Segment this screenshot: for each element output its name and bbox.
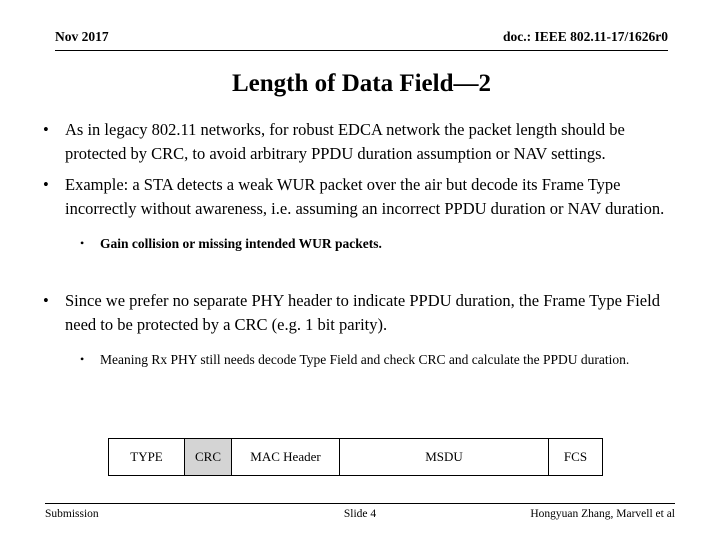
header-doc-number: doc.: IEEE 802.11-17/1626r0	[502, 29, 668, 44]
frame-field-type: TYPE	[108, 438, 185, 476]
frame-field-crc: CRC	[184, 438, 232, 476]
sub-bullet-item: • Meaning Rx PHY still needs decode Type…	[38, 350, 683, 369]
frame-field-msdu: MSDU	[339, 438, 549, 476]
bullet-text: Since we prefer no separate PHY header t…	[65, 291, 660, 334]
slide-header: Nov 2017 doc.: IEEE 802.11-17/1626r0	[55, 28, 668, 51]
bullet-text: Example: a STA detects a weak WUR packet…	[65, 175, 665, 218]
bullet-marker-icon: •	[80, 236, 85, 250]
table-row: TYPE CRC MAC Header MSDU FCS	[108, 438, 603, 476]
bullet-marker-icon: •	[43, 175, 49, 194]
bullet-item: • Example: a STA detects a weak WUR pack…	[38, 173, 683, 220]
frame-field-mac-header: MAC Header	[231, 438, 340, 476]
bullet-item: • Since we prefer no separate PHY header…	[38, 289, 683, 336]
sub-bullet-text: Gain collision or missing intended WUR p…	[100, 236, 382, 251]
footer-author: Hongyuan Zhang, Marvell et al	[530, 508, 675, 520]
footer-submission-label: Submission	[45, 508, 99, 520]
frame-format-table: TYPE CRC MAC Header MSDU FCS	[108, 438, 603, 476]
slide: Nov 2017 doc.: IEEE 802.11-17/1626r0 Len…	[0, 0, 720, 540]
bullet-marker-icon: •	[43, 120, 49, 139]
sub-bullet-text: Meaning Rx PHY still needs decode Type F…	[100, 352, 630, 367]
frame-format-diagram: TYPE CRC MAC Header MSDU FCS	[108, 438, 603, 476]
slide-footer: Submission Slide 4 Hongyuan Zhang, Marve…	[45, 503, 675, 522]
bullet-marker-icon: •	[43, 291, 49, 310]
sub-bullet-item: • Gain collision or missing intended WUR…	[38, 234, 683, 253]
bullet-item: • As in legacy 802.11 networks, for robu…	[38, 118, 683, 165]
page-title: Length of Data Field—2	[231, 70, 492, 97]
bullet-marker-icon: •	[80, 352, 85, 366]
slide-body: • As in legacy 802.11 networks, for robu…	[38, 118, 683, 379]
frame-field-fcs: FCS	[548, 438, 603, 476]
header-date: Nov 2017	[55, 29, 109, 44]
bullet-text: As in legacy 802.11 networks, for robust…	[65, 120, 625, 163]
